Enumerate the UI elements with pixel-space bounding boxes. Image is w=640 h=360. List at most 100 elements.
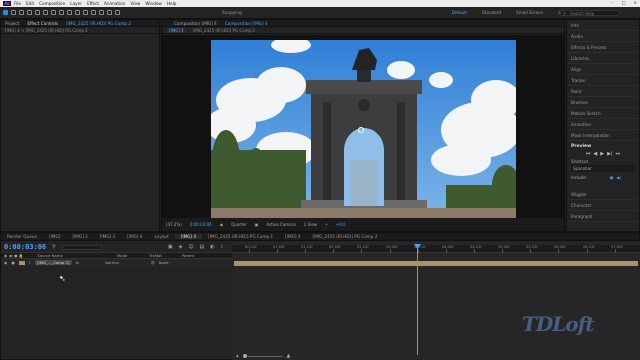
panel-audio[interactable]: Audio: [567, 31, 639, 42]
fx-switch-icon[interactable]: fx: [76, 260, 80, 265]
menu-edit[interactable]: Edit: [26, 1, 34, 6]
tab-effect-controls[interactable]: Effect Controls: [27, 21, 58, 26]
timeline-track-area[interactable]: 00:12f 01:00f 01:12f 02:00f 02:12f 03:00f 03:1…: [232, 242, 640, 360]
play-icon[interactable]: ▶: [600, 151, 604, 157]
pan-tool-icon[interactable]: [51, 10, 56, 15]
tab-img-4-active[interactable]: [IMG] 4: [174, 234, 203, 239]
panel-brushes[interactable]: Brushes: [567, 97, 639, 108]
first-frame-icon[interactable]: ⏮: [586, 151, 591, 157]
timeline-timecode[interactable]: 0:00:03:06: [4, 243, 46, 251]
menu-view[interactable]: View: [130, 1, 140, 6]
layer-duration-bar[interactable]: [234, 261, 638, 266]
panel-info[interactable]: Info: [567, 20, 639, 31]
menu-layer[interactable]: Layer: [70, 1, 82, 6]
maximize-icon[interactable]: □: [622, 0, 626, 5]
puppet-tool-icon[interactable]: [115, 10, 120, 15]
tab-comp-2[interactable]: [IMG_2425 (IR.HD)] PG Comp 2: [306, 234, 383, 239]
tab-img-3[interactable]: [IMG] 3: [94, 234, 121, 239]
search-help-field[interactable]: ⚲ Search Help: [560, 10, 620, 16]
menu-file[interactable]: File: [14, 1, 21, 6]
workspace-small-screen[interactable]: Small Screen: [516, 10, 543, 15]
graph-editor-icon[interactable]: ⌇: [221, 244, 223, 250]
layer-parent-select[interactable]: None: [159, 260, 169, 265]
panel-paragraph[interactable]: Paragraph: [567, 211, 639, 222]
motion-blur-icon[interactable]: ◐: [210, 244, 214, 250]
camera-snapshot-icon[interactable]: ◉: [220, 222, 224, 227]
comp-timecode[interactable]: 0:00:03:06: [190, 222, 212, 227]
menu-effect[interactable]: Effect: [87, 1, 99, 6]
shortcut-select[interactable]: Spacebar: [571, 165, 635, 172]
panel-wiggler[interactable]: Wiggler: [567, 189, 639, 200]
hand-tool-icon[interactable]: [19, 10, 24, 15]
panel-libraries[interactable]: Libraries: [567, 53, 639, 64]
roto-tool-icon[interactable]: [107, 10, 112, 15]
zoom-in-icon[interactable]: ▲: [287, 353, 291, 359]
selection-tool-icon[interactable]: [11, 10, 16, 15]
zoom-slider-knob[interactable]: [242, 353, 247, 358]
workspace-default[interactable]: Default: [452, 10, 467, 15]
eraser-tool-icon[interactable]: [99, 10, 104, 15]
pen-tool-icon[interactable]: [67, 10, 72, 15]
col-parent[interactable]: Parent: [182, 253, 194, 258]
layer-name[interactable]: [IMG_..._Comp 2]: [35, 260, 72, 265]
search-icon[interactable]: ⚲: [52, 244, 56, 250]
tab-img-1[interactable]: [IMG]: [43, 234, 66, 239]
zoom-slider[interactable]: [242, 353, 283, 358]
playhead-line[interactable]: [417, 245, 418, 355]
table-row[interactable]: ◉ ● 1 [IMG_..._Comp 2] fx Normal @ None: [1, 259, 232, 266]
col-trkmat[interactable]: TrkMat: [149, 253, 162, 258]
composition-viewer[interactable]: [162, 35, 564, 222]
tab-img-4-b[interactable]: [IMG] 4: [279, 234, 306, 239]
next-frame-icon[interactable]: ▶|: [607, 151, 613, 157]
menu-window[interactable]: Window: [145, 1, 162, 6]
include-audio-icon[interactable]: ◀): [616, 175, 621, 180]
solo-icon[interactable]: ●: [11, 260, 14, 265]
parent-pickwhip-icon[interactable]: @: [151, 260, 155, 265]
menu-help[interactable]: Help: [167, 1, 177, 6]
time-ruler[interactable]: 00:12f 01:00f 01:12f 02:00f 02:12f 03:00f 03:1…: [232, 245, 640, 253]
exposure-value[interactable]: +0.0: [336, 222, 346, 227]
workspace-standard[interactable]: Standard: [482, 10, 501, 15]
include-video-icon[interactable]: ◼: [610, 175, 613, 180]
label-color-swatch[interactable]: [18, 260, 25, 265]
comp-crumb-main[interactable]: [IMG] 4: [166, 27, 187, 33]
close-icon[interactable]: ×: [633, 0, 637, 5]
layer-search-input[interactable]: [61, 244, 102, 250]
layer-mode-select[interactable]: Normal: [105, 260, 119, 265]
tab-render-queue[interactable]: Render Queue: [1, 234, 43, 239]
comp-flow-icon[interactable]: ▣: [168, 244, 173, 250]
frame-blend-icon[interactable]: ▤: [200, 244, 205, 250]
resolution-select[interactable]: Quarter: [231, 222, 246, 227]
type-tool-icon[interactable]: [75, 10, 80, 15]
last-frame-icon[interactable]: ⏭: [616, 151, 621, 157]
prev-frame-icon[interactable]: ◀: [593, 151, 597, 157]
tab-layout[interactable]: Layout: [148, 234, 174, 239]
home-tool-icon[interactable]: [3, 10, 8, 15]
camera-tool-icon[interactable]: [43, 10, 48, 15]
fast-preview-icon[interactable]: ⚡: [325, 222, 328, 227]
col-mode[interactable]: Mode: [117, 253, 127, 258]
panel-effects-presets[interactable]: Effects & Presets: [567, 42, 639, 53]
visibility-icon[interactable]: ◉: [4, 260, 7, 265]
stamp-tool-icon[interactable]: [91, 10, 96, 15]
panel-paint[interactable]: Paint: [567, 86, 639, 97]
menu-animation[interactable]: Animation: [104, 1, 125, 6]
tab-effect-controls-comp[interactable]: [IMG_2425 (IR.HD)] PG Comp 2: [66, 21, 131, 26]
zoom-tool-icon[interactable]: [27, 10, 32, 15]
minimize-icon[interactable]: –: [611, 0, 613, 5]
menu-composition[interactable]: Composition: [39, 1, 65, 6]
panel-mask-interpolation[interactable]: Mask Interpolation: [567, 130, 639, 141]
tab-img-2[interactable]: [IMG] 2: [66, 234, 93, 239]
panel-align[interactable]: Align: [567, 64, 639, 75]
tab-composition-1[interactable]: Composition [IMG] 4: [174, 21, 217, 26]
tab-project[interactable]: Project: [5, 21, 19, 26]
col-source-name[interactable]: Source Name: [37, 253, 62, 258]
zoom-out-icon[interactable]: ▴: [236, 353, 239, 359]
panel-character[interactable]: Character: [567, 200, 639, 211]
tab-composition-2[interactable]: Composition [IMG] 4: [225, 21, 268, 26]
magnification-select[interactable]: (47.2%): [166, 222, 182, 227]
views-select[interactable]: 1 View: [304, 222, 317, 227]
camera-select[interactable]: Active Camera: [266, 222, 295, 227]
tab-img-4[interactable]: [IMG] 4: [121, 234, 148, 239]
panel-smoother[interactable]: Smoother: [567, 119, 639, 130]
